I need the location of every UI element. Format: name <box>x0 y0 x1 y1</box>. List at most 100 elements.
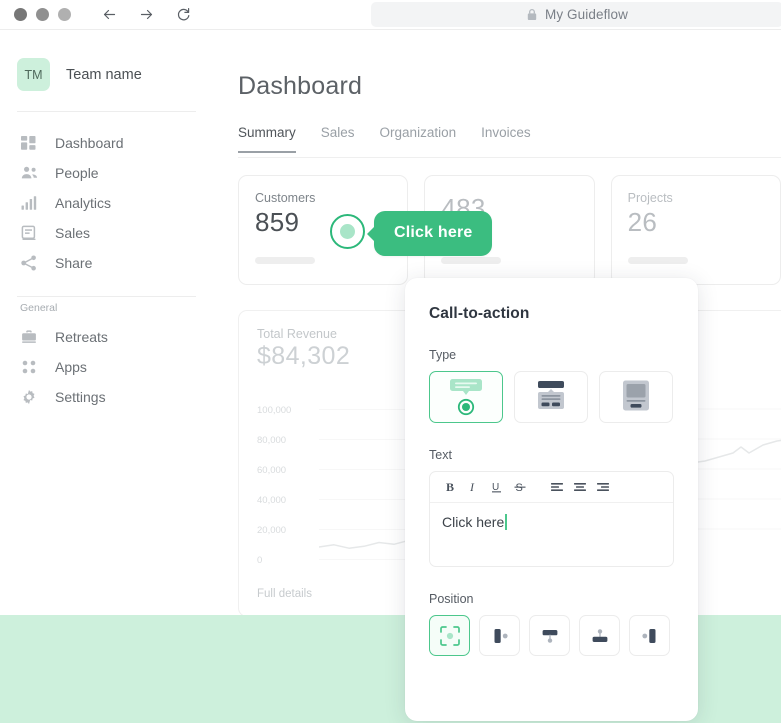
team-switcher[interactable]: TM Team name <box>0 30 213 91</box>
window-traffic-lights <box>14 8 71 21</box>
position-bottom-icon <box>542 629 557 643</box>
close-dot[interactable] <box>14 8 27 21</box>
address-text: My Guideflow <box>545 7 628 22</box>
tooltip-bubble-type-icon <box>450 379 482 416</box>
text-field-label: Text <box>429 448 452 462</box>
text-editor-body[interactable]: Click here <box>430 503 673 566</box>
sidebar-item-label: Share <box>55 255 93 271</box>
tab-summary[interactable]: Summary <box>238 125 296 153</box>
position-top-icon <box>592 628 607 642</box>
position-option-bottom[interactable] <box>529 615 570 656</box>
position-option-center[interactable] <box>429 615 470 656</box>
maximize-dot[interactable] <box>58 8 71 21</box>
team-avatar: TM <box>17 58 50 91</box>
text-caret <box>505 514 508 530</box>
y-tick-label: 0 <box>257 555 263 566</box>
tab-invoices[interactable]: Invoices <box>481 125 531 153</box>
bar-chart-icon <box>20 194 38 212</box>
position-center-icon <box>439 625 460 646</box>
svg-text:S: S <box>515 482 522 494</box>
reload-icon[interactable] <box>175 6 192 23</box>
browser-nav-buttons <box>101 6 192 23</box>
align-left-icon[interactable] <box>545 476 568 499</box>
type-option-modal-card[interactable] <box>514 371 588 423</box>
stat-card-value: 26 <box>627 207 658 237</box>
stat-card-row: Customers 859 483 Projects 26 <box>238 175 781 285</box>
minimize-dot[interactable] <box>36 8 49 21</box>
italic-icon[interactable]: I <box>462 476 485 499</box>
sidebar-item-label: Retreats <box>55 329 108 345</box>
text-editor-value: Click here <box>442 514 505 530</box>
sidebar-section-general: General <box>20 302 58 314</box>
position-left-icon <box>641 628 655 643</box>
position-field-label: Position <box>429 592 474 606</box>
strikethrough-icon[interactable]: S <box>508 476 531 499</box>
sidebar: TM Team name Dashboard People Analytics … <box>0 30 213 615</box>
tab-organization[interactable]: Organization <box>380 125 457 153</box>
app-root: My Guideflow TM Team name Dashboard Peop… <box>0 0 781 723</box>
share-icon <box>20 254 38 272</box>
position-option-top[interactable] <box>579 615 620 656</box>
call-to-action-panel: Call-to-action Type Text B I U S Click h… <box>405 278 698 721</box>
align-center-icon[interactable] <box>568 476 591 499</box>
sidebar-nav-general: Retreats Apps Settings <box>0 322 213 412</box>
people-icon <box>20 164 38 182</box>
stat-card-placeholder-bar <box>255 257 315 264</box>
sidebar-item-label: Apps <box>55 359 87 375</box>
tab-bar: Summary Sales Organization Invoices <box>238 125 781 158</box>
bold-icon[interactable]: B <box>439 476 462 499</box>
sidebar-item-apps[interactable]: Apps <box>0 352 213 382</box>
highlight-ring-icon <box>330 214 366 249</box>
stat-card-projects[interactable]: Projects 26 <box>610 175 781 285</box>
tab-sales[interactable]: Sales <box>321 125 355 153</box>
sidebar-item-label: Sales <box>55 225 91 241</box>
dashboard-grid-icon <box>20 134 38 152</box>
page-title: Dashboard <box>238 72 363 100</box>
gear-icon <box>20 388 38 406</box>
full-screen-type-icon <box>623 380 649 411</box>
sidebar-item-share[interactable]: Share <box>0 248 213 278</box>
browser-chrome: My Guideflow <box>0 0 781 29</box>
position-option-right[interactable] <box>479 615 520 656</box>
full-details-link[interactable]: Full details <box>257 588 312 600</box>
sidebar-item-sales[interactable]: Sales <box>0 218 213 248</box>
sidebar-item-dashboard[interactable]: Dashboard <box>0 128 213 158</box>
align-right-icon[interactable] <box>591 476 614 499</box>
text-editor: B I U S Click here <box>429 471 674 567</box>
lock-icon <box>526 8 538 21</box>
y-tick-label: 40,000 <box>257 495 287 506</box>
sidebar-nav-primary: Dashboard People Analytics Sales Share <box>0 112 213 278</box>
type-option-tooltip-bubble[interactable] <box>429 371 503 423</box>
stat-card-label: Customers <box>255 191 316 205</box>
modal-card-type-icon <box>538 381 564 409</box>
stat-card-placeholder-bar <box>627 257 688 264</box>
position-option-left[interactable] <box>629 615 670 656</box>
text-editor-toolbar: B I U S <box>430 472 673 503</box>
sidebar-item-people[interactable]: People <box>0 158 213 188</box>
sidebar-item-retreats[interactable]: Retreats <box>0 322 213 352</box>
back-icon[interactable] <box>101 6 118 23</box>
underline-icon[interactable]: U <box>485 476 508 499</box>
address-bar[interactable]: My Guideflow <box>371 2 781 27</box>
sidebar-divider-bottom <box>17 296 196 297</box>
position-right-icon <box>494 628 508 643</box>
type-option-full-screen[interactable] <box>599 371 673 423</box>
tab-bar-underline <box>238 157 781 158</box>
sidebar-item-label: People <box>55 165 99 181</box>
stat-card-label: Projects <box>627 191 673 205</box>
click-here-tooltip[interactable]: Click here <box>366 211 493 256</box>
type-option-row <box>429 371 674 423</box>
forward-icon[interactable] <box>138 6 155 23</box>
type-field-label: Type <box>429 348 457 362</box>
sidebar-item-label: Settings <box>55 389 106 405</box>
stat-card-placeholder-bar <box>441 257 502 264</box>
svg-text:B: B <box>446 480 454 494</box>
y-tick-label: 20,000 <box>257 525 287 536</box>
chart-y-axis: 100,000 80,000 60,000 40,000 20,000 0 <box>257 405 317 570</box>
panel-title: Call-to-action <box>429 305 530 322</box>
sidebar-item-label: Analytics <box>55 195 112 211</box>
sidebar-item-settings[interactable]: Settings <box>0 382 213 412</box>
team-name-label: Team name <box>66 66 142 83</box>
sidebar-item-analytics[interactable]: Analytics <box>0 188 213 218</box>
y-tick-label: 60,000 <box>257 465 287 476</box>
